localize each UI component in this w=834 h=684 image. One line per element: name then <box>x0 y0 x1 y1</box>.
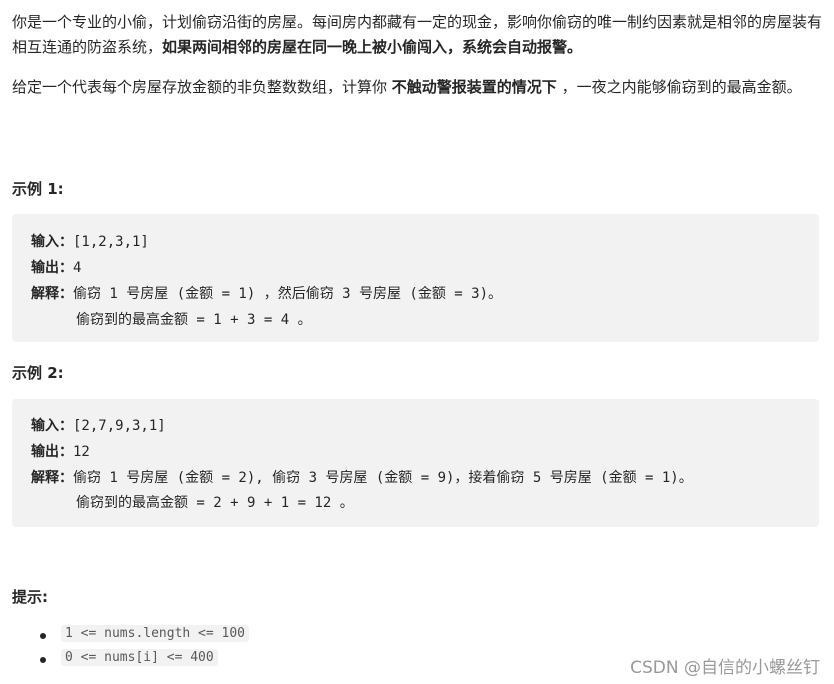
watermark: CSDN @自信的小螺丝钉 <box>630 658 820 678</box>
explanation: 偷窃到的最高金额 = 1 + 3 = 4 。 <box>76 312 312 328</box>
output-value: 12 <box>73 444 90 460</box>
bold-text: 如果两间相邻的房屋在同一晚上被小偷闯入，系统会自动报警。 <box>162 38 583 56</box>
text: ，一夜之内能够偷窃到的最高金额。 <box>556 78 802 96</box>
output-value: 4 <box>73 260 82 276</box>
explanation: 偷窃 1 号房屋 (金额 = 2), 偷窃 3 号房屋 (金额 = 9)，接着偷… <box>73 470 693 486</box>
inline-code: 0 <= nums[i] <= 400 <box>61 649 218 666</box>
example-2-block: 输入：[2,7,9,3,1] 输出：12 解释：偷窃 1 号房屋 (金额 = 2… <box>12 399 819 527</box>
example-1-title: 示例 1: <box>12 180 64 198</box>
label: 解释： <box>31 470 73 486</box>
explanation: 偷窃 1 号房屋 (金额 = 1) ，然后偷窃 3 号房屋 (金额 = 3)。 <box>73 286 503 302</box>
example-2-title: 示例 2: <box>12 364 64 382</box>
example-1-block: 输入：[1,2,3,1] 输出：4 解释：偷窃 1 号房屋 (金额 = 1) ，… <box>12 214 819 342</box>
label: 输入： <box>31 418 73 434</box>
input-value: [1,2,3,1] <box>73 234 149 250</box>
description-paragraph-2: 给定一个代表每个房屋存放金额的非负整数数组，计算你 不触动警报装置的情况下 ，一… <box>12 75 827 100</box>
hints-title: 提示: <box>12 588 48 606</box>
text: 给定一个代表每个房屋存放金额的非负整数数组，计算你 <box>12 78 392 96</box>
input-value: [2,7,9,3,1] <box>73 418 166 434</box>
bold-text: 不触动警报装置的情况下 <box>391 78 557 96</box>
label: 解释： <box>31 286 73 302</box>
label: 输入： <box>31 234 73 250</box>
label: 输出： <box>31 260 73 276</box>
description-paragraph-1: 你是一个专业的小偷，计划偷窃沿街的房屋。每间房内都藏有一定的现金，影响你偷窃的唯… <box>12 10 827 60</box>
inline-code: 1 <= nums.length <= 100 <box>61 625 250 642</box>
label: 输出： <box>31 444 73 460</box>
explanation: 偷窃到的最高金额 = 2 + 9 + 1 = 12 。 <box>76 495 354 511</box>
